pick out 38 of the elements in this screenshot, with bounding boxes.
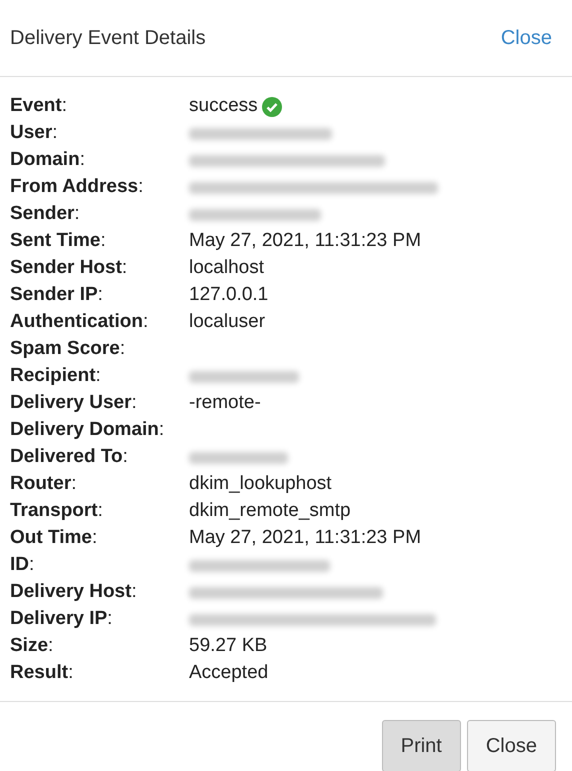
field-value: Accepted bbox=[189, 661, 268, 686]
field-label: Sender: bbox=[10, 202, 81, 226]
field-value: localuser bbox=[189, 310, 266, 334]
field-label: Delivery IP: bbox=[10, 607, 114, 632]
field-label: Size: bbox=[10, 634, 54, 658]
check-circle-icon bbox=[262, 96, 282, 116]
field-value: dkim_lookuphost bbox=[189, 472, 332, 496]
dialog-button[interactable]: Print bbox=[382, 720, 461, 771]
field-value: May 27, 2021, 11:31:23 PM bbox=[189, 526, 422, 550]
field-value: May 27, 2021, 11:31:23 PM bbox=[189, 229, 422, 254]
field-value: -remote- bbox=[189, 391, 261, 416]
field-label: Router: bbox=[10, 472, 78, 496]
field-label: Recipient: bbox=[10, 364, 102, 388]
dialog-button[interactable]: Close bbox=[466, 720, 556, 771]
field-label: Event: bbox=[10, 94, 68, 118]
field-value: 127.0.0.1 bbox=[189, 283, 268, 308]
field-label: Delivery Host: bbox=[10, 580, 138, 604]
field-label: Result: bbox=[10, 661, 74, 686]
field-label: Sent Time: bbox=[10, 229, 107, 254]
field-label: Sender IP: bbox=[10, 283, 104, 308]
field-label: Sender Host: bbox=[10, 256, 128, 280]
field-label: User: bbox=[10, 121, 59, 146]
field-label: Transport: bbox=[10, 499, 104, 524]
field-label: ID: bbox=[10, 553, 36, 578]
field-label: Delivered To: bbox=[10, 445, 129, 470]
field-label: Delivery Domain: bbox=[10, 418, 166, 442]
field-label: Out Time: bbox=[10, 526, 98, 550]
field-value: dkim_remote_smtp bbox=[189, 499, 351, 524]
field-value: success bbox=[189, 94, 258, 118]
field-value: localhost bbox=[189, 256, 264, 280]
field-label: Domain: bbox=[10, 148, 86, 172]
close-link[interactable]: Close bbox=[500, 23, 552, 53]
field-label: Spam Score: bbox=[10, 337, 126, 362]
field-label: Delivery User: bbox=[10, 391, 138, 416]
field-label: From Address: bbox=[10, 175, 144, 200]
dialog-title: Delivery Event Details bbox=[10, 26, 206, 51]
field-value: 59.27 KB bbox=[189, 634, 268, 658]
field-label: Authentication: bbox=[10, 310, 150, 334]
